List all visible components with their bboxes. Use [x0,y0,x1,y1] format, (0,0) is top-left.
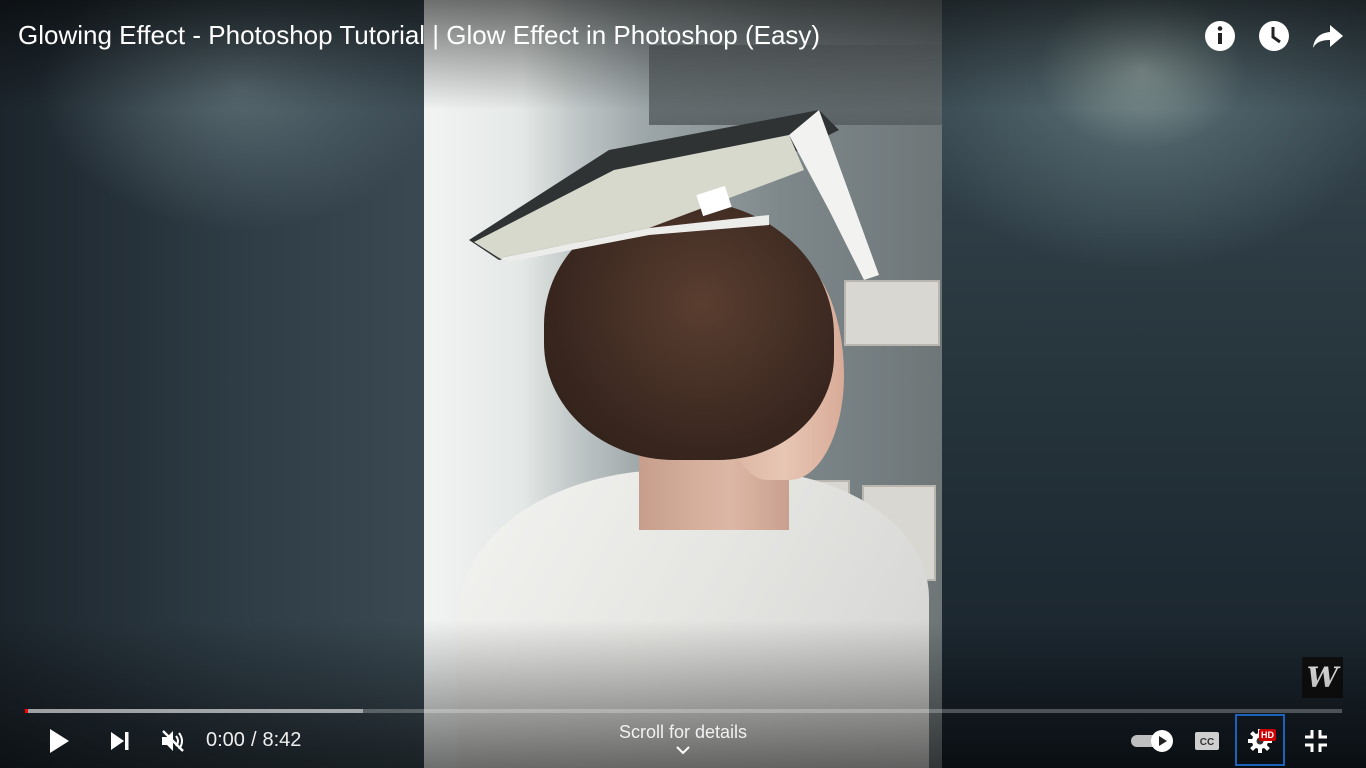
progress-bar[interactable] [25,709,1342,713]
exit-fullscreen-icon [1305,730,1327,752]
next-button[interactable] [101,722,139,760]
top-gradient [0,0,1366,110]
duration: 8:42 [262,729,302,751]
volume-muted-icon [162,730,184,752]
time-separator: / [250,729,257,751]
settings-button[interactable] [1240,722,1280,760]
watch-later-icon[interactable] [1256,18,1292,54]
autoplay-toggle[interactable] [1128,722,1176,760]
scroll-for-details-button[interactable]: Scroll for details [583,722,783,755]
scroll-hint-label: Scroll for details [618,722,748,742]
progress-loaded [25,709,364,713]
closed-captions-icon: CC [1195,732,1219,750]
next-icon [111,732,129,750]
exit-fullscreen-button[interactable] [1298,722,1334,760]
captions-button[interactable]: CC [1190,722,1224,760]
share-icon[interactable] [1310,18,1346,54]
hd-badge: HD [1259,729,1276,741]
autoplay-toggle-icon [1131,730,1173,752]
play-icon [50,729,69,753]
time-display: 0:00/8:42 [206,729,301,752]
info-icon[interactable] [1202,18,1238,54]
progress-played [25,709,28,713]
background-picture [844,280,940,346]
video-player[interactable]: W Glowing Effect - Photoshop Tutorial | … [0,0,1366,768]
play-button[interactable] [40,722,78,760]
mute-button[interactable] [154,722,192,760]
current-time: 0:00 [206,729,245,751]
book-on-head [469,110,879,280]
video-title[interactable]: Glowing Effect - Photoshop Tutorial | Gl… [18,20,820,51]
svg-text:CC: CC [1200,737,1214,748]
chevron-down-icon [676,746,690,755]
